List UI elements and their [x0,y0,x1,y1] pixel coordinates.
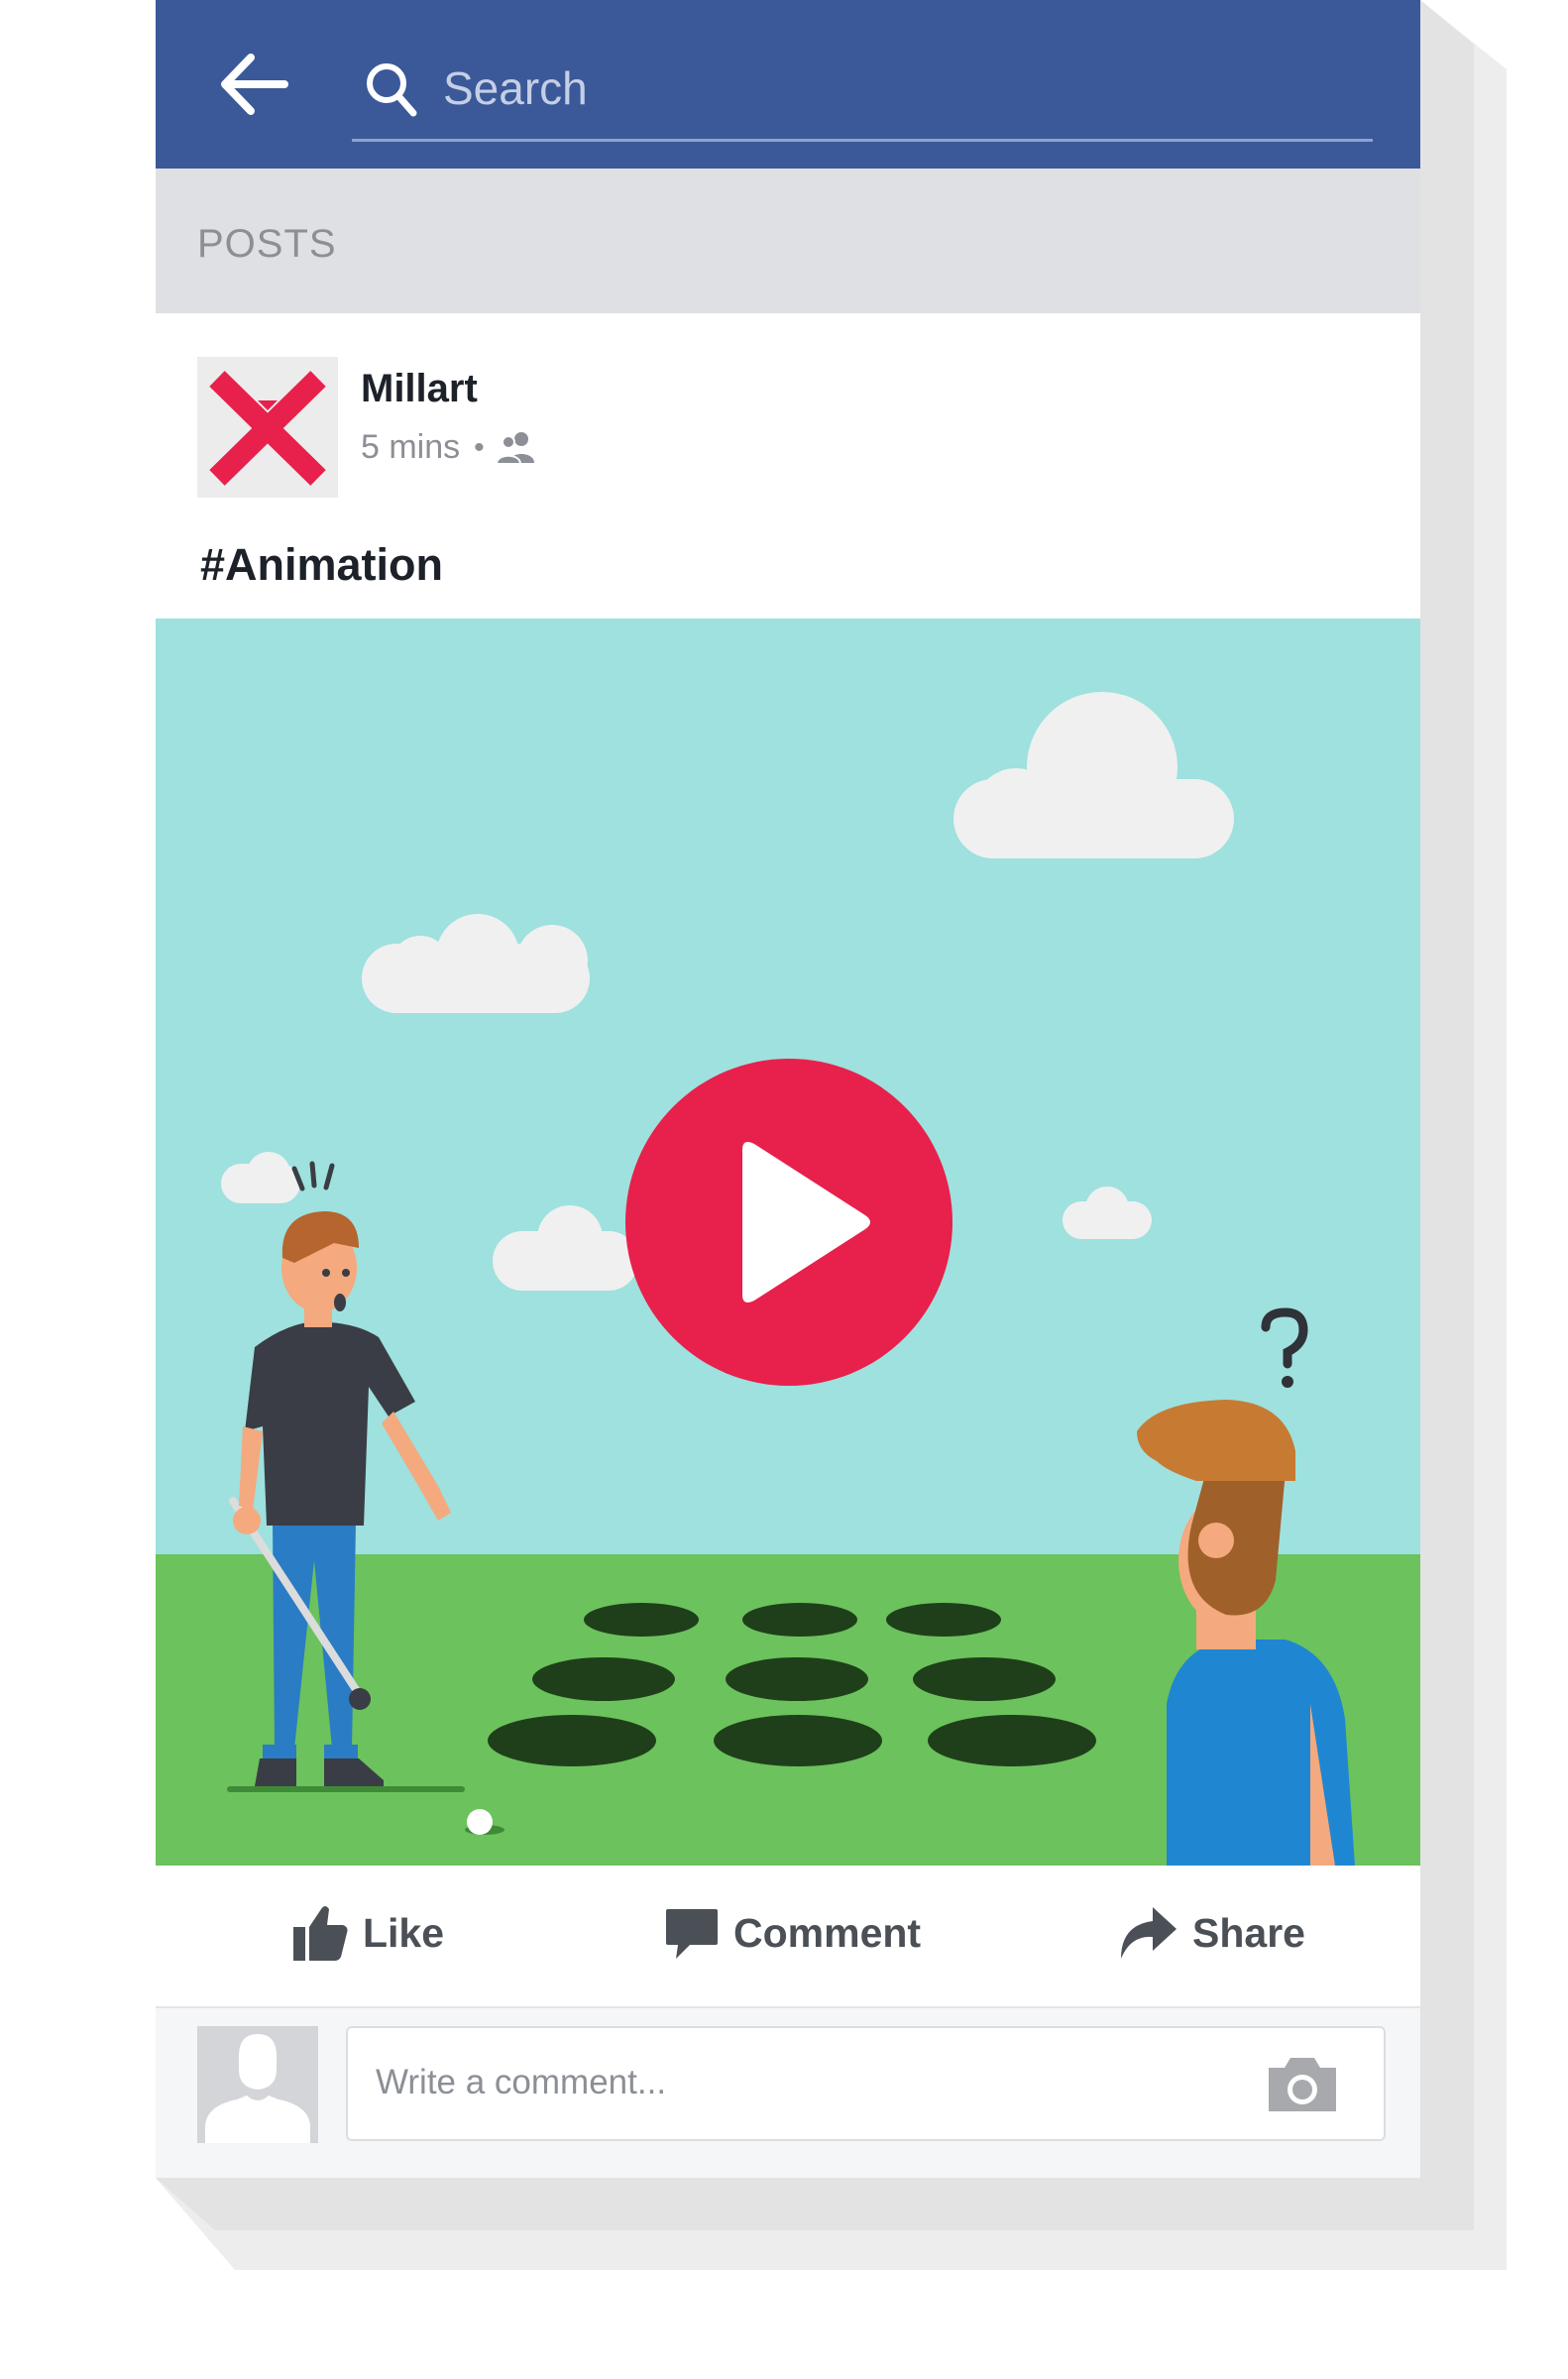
post-time[interactable]: 5 mins [361,428,460,467]
back-button[interactable] [215,50,294,119]
user-avatar [197,2026,318,2143]
phone-screen: POSTS Millart 5 mins • #Animation [156,0,1420,2178]
back-arrow-icon [221,54,288,115]
share-arrow-icon [1121,1907,1176,1959]
photo-attach-button[interactable] [1265,2052,1340,2115]
friends-icon[interactable] [495,431,538,465]
post-meta: 5 mins • [361,428,538,467]
share-label: Share [1192,1909,1305,1956]
default-user-icon [205,2034,310,2143]
search-icon [367,63,417,117]
post-text: #Animation [200,539,444,590]
post-actions-bar: Like Comment Share [156,1866,1420,2006]
like-label: Like [363,1909,445,1956]
thumbs-up-icon [293,1906,348,1961]
like-button[interactable]: Like [291,1893,444,1973]
posts-section-header: POSTS [156,169,1420,313]
top-navigation-bar [156,0,1420,169]
play-icon [625,1059,952,1386]
speech-bubble-icon [666,1909,718,1959]
comment-button[interactable]: Comment [664,1893,921,1973]
comment-input[interactable] [374,2052,1250,2113]
share-button[interactable]: Share [1117,1893,1305,1973]
comment-composer [156,2006,1420,2178]
search-input[interactable] [441,56,1337,121]
search-bar[interactable] [352,42,1373,142]
camera-icon [1269,2058,1336,2111]
millart-logo-icon [209,371,326,486]
author-avatar[interactable] [197,357,338,498]
comment-field[interactable] [346,2026,1386,2141]
posts-label: POSTS [197,222,337,266]
comment-label: Comment [733,1909,922,1956]
play-button[interactable] [625,1059,952,1386]
post-author-name[interactable]: Millart [361,367,478,411]
meta-separator: • [474,430,485,464]
